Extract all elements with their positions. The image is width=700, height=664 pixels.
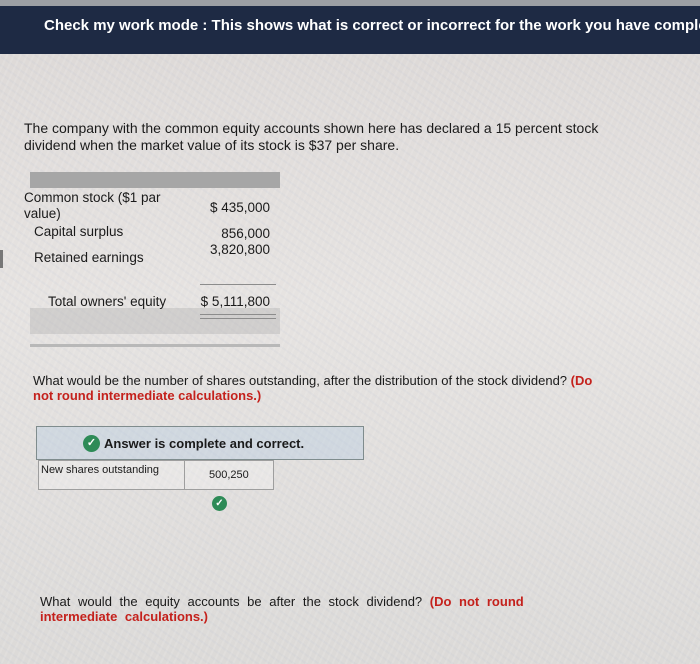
question-content: The company with the common equity accou… — [0, 54, 700, 664]
row-value-total-equity: $ 5,111,800 — [200, 294, 270, 309]
answer-status-text: Answer is complete and correct. — [104, 435, 305, 451]
new-shares-label: New shares outstanding — [39, 461, 185, 489]
total-double-rule-top — [200, 314, 276, 315]
new-shares-row: New shares outstanding 500,250 ✓ — [38, 460, 274, 511]
answer-status-box: ✓ Answer is complete and correct. — [36, 426, 364, 460]
subtotal-rule — [200, 284, 276, 285]
table-header-band — [30, 172, 280, 188]
row-value-capital-surplus: 856,000 — [221, 226, 270, 241]
new-shares-value: 500,250 — [209, 469, 249, 481]
problem-statement: The company with the common equity accou… — [24, 120, 599, 153]
check-circle-icon: ✓ — [212, 495, 227, 511]
total-double-rule-bottom — [200, 318, 276, 319]
question2-text: What would the equity accounts be after … — [40, 594, 423, 609]
row-label-total-equity: Total owners' equity — [48, 294, 167, 309]
question-shares-outstanding: What would be the number of shares outst… — [33, 373, 608, 403]
table-bottom-rule — [30, 344, 280, 347]
question1-text: What would be the number of shares outst… — [33, 373, 568, 388]
check-circle-icon: ✓ — [83, 434, 100, 452]
row-value-retained-earnings: 3,820,800 — [209, 242, 270, 257]
check-my-work-banner: Check my work mode : This shows what is … — [0, 6, 700, 54]
row-value-common-stock: $ 435,000 — [209, 200, 270, 215]
equity-accounts-table: Common stock ($1 par value) $ 435,000 Ca… — [24, 172, 280, 348]
row-label-retained-earnings: Retained earnings — [34, 250, 144, 265]
total-row-band — [30, 308, 280, 334]
row-label-capital-surplus: Capital surplus — [34, 224, 124, 239]
scroll-edge-marker — [0, 250, 3, 268]
row-label-common-stock: Common stock ($1 par value) — [24, 190, 161, 221]
new-shares-input[interactable]: 500,250 ✓ — [185, 461, 273, 511]
question-equity-accounts: What would the equity accounts be after … — [40, 594, 600, 624]
